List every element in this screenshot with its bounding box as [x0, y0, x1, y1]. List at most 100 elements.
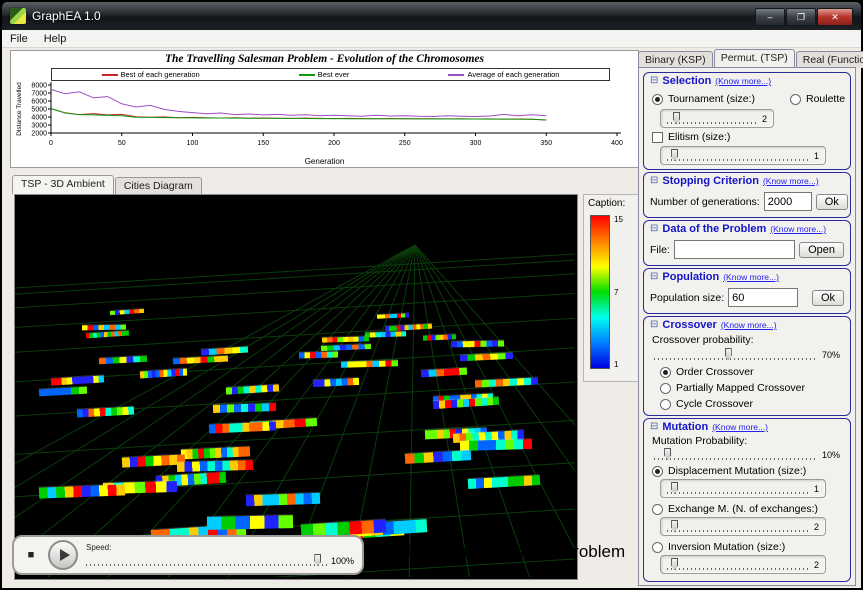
inversion-mutation-option[interactable]: Inversion Mutation (size:): [652, 541, 785, 553]
menu-help[interactable]: Help: [36, 32, 75, 46]
svg-text:8000: 8000: [31, 83, 47, 90]
cycle-crossover-radio[interactable]: [660, 398, 671, 410]
tournament-size-slider[interactable]: 2: [660, 109, 774, 128]
close-button[interactable]: ✕: [817, 8, 853, 26]
collapse-icon[interactable]: ⊟: [650, 272, 658, 282]
exchange-mutation-option[interactable]: Exchange M. (N. of exchanges:): [652, 503, 818, 515]
play-icon: [59, 549, 70, 561]
caption-panel: Caption: 15 7 1: [583, 194, 639, 382]
inversion-size-slider[interactable]: 2: [660, 555, 826, 574]
caption-min: 1: [614, 360, 619, 369]
chromosome-bar: [176, 459, 254, 473]
know-more-link[interactable]: (Know more...): [712, 422, 768, 432]
svg-text:250: 250: [399, 140, 411, 147]
order-crossover-option[interactable]: Order Crossover: [660, 366, 754, 378]
exchange-count-slider[interactable]: 2: [660, 517, 826, 536]
section-title-population: Population: [662, 271, 720, 283]
stop-icon: ■: [27, 549, 35, 561]
speed-label: Speed:: [86, 543, 112, 552]
know-more-link[interactable]: (Know more...): [723, 272, 779, 282]
stopping-criterion-section: ⊟ Stopping Criterion (Know more...) Numb…: [643, 172, 851, 218]
stop-button[interactable]: ■: [22, 546, 40, 564]
tournament-option[interactable]: Tournament (size:): [652, 93, 755, 105]
elitism-option[interactable]: Elitism (size:): [652, 131, 730, 143]
crossover-probability-slider[interactable]: [654, 348, 818, 361]
generations-ok-button[interactable]: Ok: [815, 193, 848, 210]
know-more-link[interactable]: (Know more...): [770, 224, 826, 234]
play-button[interactable]: [48, 540, 78, 570]
svg-text:100: 100: [187, 140, 199, 147]
know-more-link[interactable]: (Know more...): [721, 320, 777, 330]
app-icon: [10, 8, 26, 24]
file-input[interactable]: [673, 240, 796, 259]
mutation-probability-value: 10%: [821, 449, 840, 460]
pmx-crossover-option[interactable]: Partially Mapped Crossover: [660, 382, 805, 394]
mutation-probability-label: Mutation Probability:: [652, 435, 748, 447]
chart-legend: Best of each generation Best ever Averag…: [51, 68, 610, 81]
roulette-radio[interactable]: [790, 93, 801, 105]
caption-max: 15: [614, 215, 623, 224]
tab-tsp-3d-ambient[interactable]: TSP - 3D Ambient: [12, 175, 114, 194]
close-icon: ✕: [831, 11, 839, 22]
inversion-mutation-radio[interactable]: [652, 541, 663, 553]
tab-permut-tsp[interactable]: Permut. (TSP): [713, 49, 795, 68]
displacement-mutation-option[interactable]: Displacement Mutation (size:): [652, 465, 806, 477]
population-size-input[interactable]: [728, 288, 799, 307]
speed-slider[interactable]: [86, 554, 327, 567]
know-more-link[interactable]: (Know more...): [715, 76, 771, 86]
menu-bar: File Help: [2, 30, 861, 48]
collapse-icon[interactable]: ⊟: [650, 320, 658, 330]
tab-binary-ksp[interactable]: Binary (KSP): [638, 51, 713, 68]
legend-entry: Average of each generation: [448, 70, 559, 79]
minimize-button[interactable]: –: [755, 8, 785, 26]
elitism-size-slider[interactable]: 1: [660, 146, 826, 165]
exchange-mutation-radio[interactable]: [652, 503, 663, 515]
collapse-icon[interactable]: ⊟: [650, 224, 658, 234]
chromosome-bar: [206, 515, 294, 530]
population-ok-button[interactable]: Ok: [811, 289, 844, 306]
cycle-crossover-option[interactable]: Cycle Crossover: [660, 398, 753, 410]
mutation-probability-slider[interactable]: [654, 448, 818, 461]
roulette-label: Roulette: [806, 93, 846, 105]
collapse-icon[interactable]: ⊟: [650, 176, 658, 186]
chromosome-bar: [81, 324, 127, 331]
chromosome-bar: [450, 340, 505, 348]
tab-cities-diagram[interactable]: Cities Diagram: [114, 177, 202, 194]
generations-input[interactable]: [763, 192, 812, 211]
elitism-checkbox[interactable]: [652, 131, 663, 143]
population-section: ⊟ Population (Know more...) Population s…: [643, 268, 851, 314]
elitism-size-value: 1: [813, 150, 819, 161]
file-label: File:: [650, 243, 670, 256]
svg-text:6000: 6000: [31, 99, 47, 106]
elitism-label: Elitism (size:): [668, 131, 731, 143]
displacement-size-slider[interactable]: 1: [660, 479, 826, 498]
tab-real-functions[interactable]: Real (Functions): [795, 51, 863, 68]
svg-text:3000: 3000: [31, 123, 47, 130]
know-more-link[interactable]: (Know more...): [763, 176, 819, 186]
tournament-radio[interactable]: [652, 93, 663, 105]
svg-text:0: 0: [49, 140, 53, 147]
pmx-crossover-radio[interactable]: [660, 382, 671, 394]
evolution-chart-panel: The Travelling Salesman Problem - Evolut…: [10, 50, 639, 168]
legend-line-red: [101, 73, 118, 76]
collapse-icon[interactable]: ⊟: [650, 422, 658, 432]
maximize-button[interactable]: ❐: [786, 8, 816, 26]
roulette-option[interactable]: Roulette: [790, 93, 845, 105]
playback-controls: ■ Speed: 100%: [12, 535, 364, 575]
tournament-size-value: 2: [761, 113, 767, 124]
chromosome-bar: [459, 438, 533, 452]
legend-label: Average of each generation: [467, 70, 560, 79]
order-crossover-radio[interactable]: [660, 366, 671, 378]
main-content: The Travelling Salesman Problem - Evolut…: [2, 48, 863, 588]
svg-text:300: 300: [470, 140, 482, 147]
menu-file[interactable]: File: [2, 32, 36, 46]
open-button[interactable]: Open: [799, 241, 844, 258]
svg-text:5000: 5000: [31, 107, 47, 114]
collapse-icon[interactable]: ⊟: [650, 76, 658, 86]
legend-label: Best of each generation: [120, 70, 200, 79]
view-tabs: TSP - 3D Ambient Cities Diagram: [12, 175, 203, 194]
3d-viewport[interactable]: [14, 194, 578, 580]
legend-line-purple: [448, 73, 465, 76]
title-bar[interactable]: GraphEA 1.0 – ❐ ✕: [2, 2, 861, 30]
displacement-mutation-radio[interactable]: [652, 465, 663, 477]
